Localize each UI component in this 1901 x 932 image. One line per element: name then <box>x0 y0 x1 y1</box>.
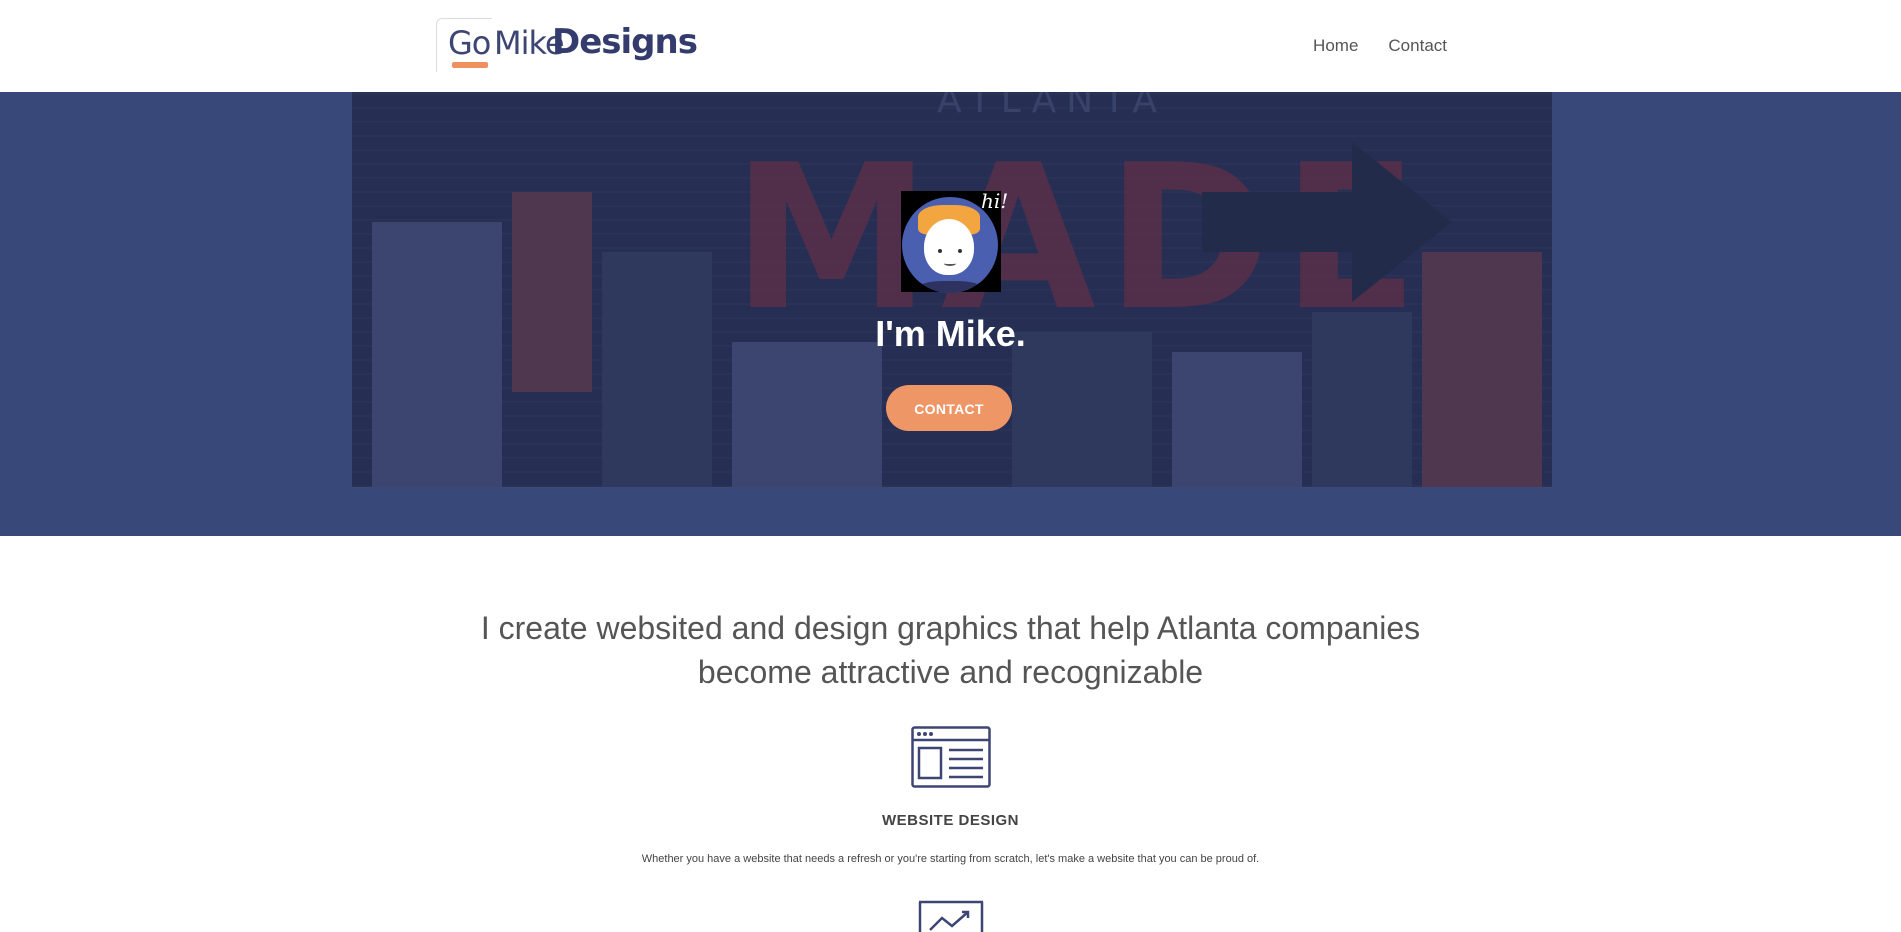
hero-title: I'm Mike. <box>875 313 1026 354</box>
tagline-line-1: I create websited and design graphics th… <box>480 610 1421 646</box>
mike-avatar: hi! <box>901 189 1008 293</box>
avatar-hi-text: hi! <box>981 189 1009 213</box>
avatar-right-eye <box>958 249 962 253</box>
service-desc-website-design: Whether you have a website that needs a … <box>641 853 1260 865</box>
tagline-line-2: become attractive and recognizable <box>697 654 1204 690</box>
nav-home-link[interactable]: Home <box>1313 36 1358 56</box>
gomike-designs-logo[interactable]: Go Mike Designs <box>436 16 698 74</box>
browser-window-icon <box>911 726 991 788</box>
avatar-shirt <box>912 281 988 293</box>
avatar-face <box>924 219 974 275</box>
growth-chart-icon <box>918 900 984 932</box>
nav-contact-link[interactable]: Contact <box>1388 36 1447 56</box>
site-header: Go Mike Designs Home Contact <box>0 0 1901 92</box>
intro-tagline: I create websited and design graphics th… <box>450 606 1451 694</box>
logo-designs-text: Designs <box>552 22 698 62</box>
contact-button[interactable]: CONTACT <box>886 385 1012 431</box>
hero-section: ATLANTA MADE hi! I'm Mike. CONTACT <box>0 92 1901 536</box>
avatar-mouth <box>944 261 956 266</box>
logo-accent-underline <box>452 62 488 68</box>
main-nav: Home Contact <box>1283 36 1447 56</box>
avatar-left-eye <box>938 249 942 253</box>
service-title-website-design: WEBSITE DESIGN <box>881 812 1019 829</box>
logo-go-text: Go <box>448 24 491 62</box>
